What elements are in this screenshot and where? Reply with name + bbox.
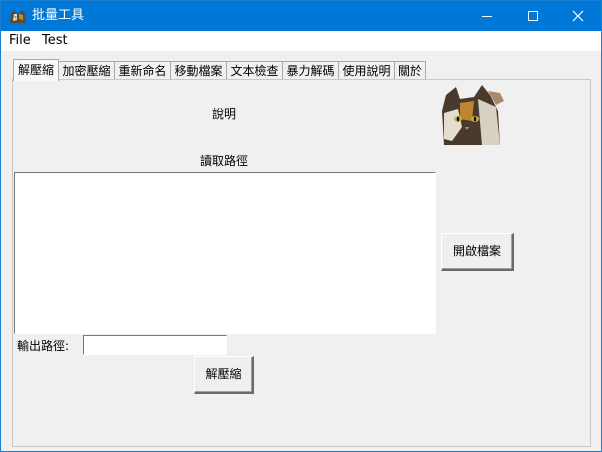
window-title: 批量工具 bbox=[32, 8, 85, 23]
minimize-button[interactable] bbox=[464, 1, 510, 31]
menu-test[interactable]: Test bbox=[42, 34, 68, 48]
close-icon bbox=[572, 10, 584, 22]
description-label: 說明 bbox=[212, 107, 237, 121]
minimize-icon bbox=[482, 16, 492, 17]
output-path-input[interactable] bbox=[83, 335, 227, 355]
app-window: 批量工具 File Test 解壓縮 加密壓縮 重新命名 移動檔案 文本檢查 暴… bbox=[0, 0, 602, 452]
menu-file[interactable]: File bbox=[9, 34, 31, 48]
title-bar[interactable]: 批量工具 bbox=[1, 1, 601, 31]
maximize-button[interactable] bbox=[510, 1, 556, 31]
tab-decompress[interactable]: 解壓縮 bbox=[13, 59, 59, 81]
close-button[interactable] bbox=[555, 1, 601, 31]
decompress-button[interactable]: 解壓縮 bbox=[194, 356, 254, 394]
tab-move-files[interactable]: 移動檔案 bbox=[170, 61, 227, 80]
menu-bar: File Test bbox=[1, 31, 601, 51]
cat-picture bbox=[438, 81, 504, 147]
tab-brute-force[interactable]: 暴力解碼 bbox=[282, 61, 339, 80]
tab-text-check[interactable]: 文本檢查 bbox=[226, 61, 283, 80]
tab-encrypt-compress[interactable]: 加密壓縮 bbox=[58, 61, 115, 80]
tab-instructions[interactable]: 使用說明 bbox=[338, 61, 395, 80]
open-file-button[interactable]: 開啟檔案 bbox=[441, 233, 514, 271]
read-path-textarea[interactable] bbox=[14, 172, 436, 334]
output-path-label: 輸出路徑: bbox=[17, 339, 70, 353]
tab-about[interactable]: 關於 bbox=[394, 61, 426, 80]
maximize-icon bbox=[528, 11, 538, 21]
cat-icon bbox=[10, 10, 26, 23]
tab-rename[interactable]: 重新命名 bbox=[114, 61, 171, 80]
read-path-label: 讀取路徑 bbox=[200, 154, 249, 168]
